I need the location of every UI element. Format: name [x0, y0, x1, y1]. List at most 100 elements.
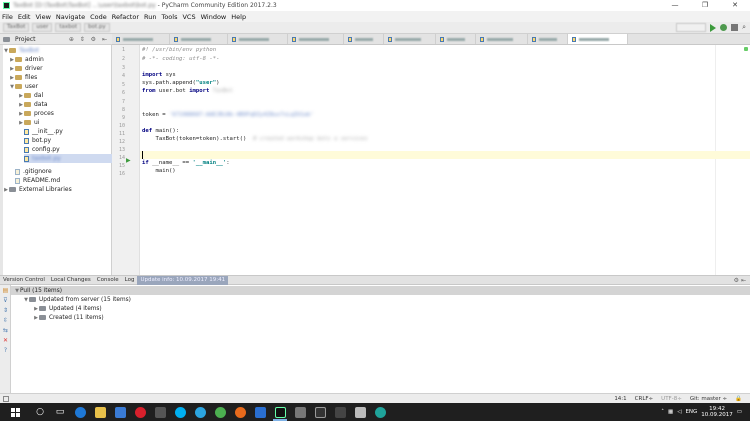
vcs-row-updated[interactable]: ▶ Updated (4 items) [33, 304, 102, 313]
project-panel-label[interactable]: Project [15, 36, 36, 43]
caret-position[interactable]: 14:1 [614, 396, 626, 402]
file-encoding[interactable]: UTF-8÷ [661, 396, 682, 402]
tree-item-user[interactable]: ▼ user [9, 82, 38, 91]
filter-icon[interactable]: ⊽ [2, 297, 9, 304]
tree-root[interactable]: ▼ TaxBot [3, 46, 39, 55]
tree-item-readme[interactable]: README.md [15, 176, 60, 185]
lock-icon[interactable]: 🔒 [735, 396, 742, 402]
vcs-row-pull[interactable]: ▼ Pull (15 items) [11, 286, 750, 295]
tab-log[interactable]: Log [122, 276, 138, 285]
tab-local-changes[interactable]: Local Changes [48, 276, 94, 285]
language-indicator[interactable]: ENG [685, 409, 697, 415]
inspection-ok-icon[interactable] [744, 47, 748, 51]
menu-help[interactable]: Help [231, 13, 246, 21]
tree-item-gitignore[interactable]: .gitignore [15, 167, 52, 176]
pycharm-taskbar-icon[interactable] [270, 403, 290, 421]
maximize-button[interactable]: ❐ [690, 0, 720, 11]
tree-item-bot-py[interactable]: bot.py [24, 136, 51, 145]
calculator-icon[interactable] [330, 403, 350, 421]
tab-update-info[interactable]: Update info: 10.09.2017 19:41 [137, 275, 229, 285]
editor-tab[interactable] [170, 34, 228, 44]
app-icon-teal[interactable] [370, 403, 390, 421]
line-separator[interactable]: CRLF÷ [635, 396, 654, 402]
tab-console[interactable]: Console [94, 276, 122, 285]
notifications-icon[interactable]: ▭ [737, 409, 742, 415]
file-explorer-icon[interactable] [90, 403, 110, 421]
tree-item-config-py[interactable]: config.py [24, 145, 60, 154]
menu-edit[interactable]: Edit [18, 13, 31, 21]
editor-tab[interactable] [436, 34, 476, 44]
app-icon-blue[interactable] [250, 403, 270, 421]
toggle-tool-windows-icon[interactable] [3, 396, 9, 402]
editor-tab[interactable] [288, 34, 344, 44]
menu-tools[interactable]: Tools [161, 13, 177, 21]
editor-tab[interactable] [384, 34, 436, 44]
stop-icon[interactable] [731, 24, 739, 31]
menu-refactor[interactable]: Refactor [112, 13, 139, 21]
app-icon-orange[interactable] [230, 403, 250, 421]
opera-icon[interactable] [130, 403, 150, 421]
tree-item-ui[interactable]: ▶ ui [18, 118, 39, 127]
git-branch[interactable]: Git: master ÷ [690, 396, 727, 402]
minimize-button[interactable]: — [660, 0, 690, 11]
menu-run[interactable]: Run [144, 13, 156, 21]
collapse-all-icon[interactable]: ⇳ [2, 317, 9, 324]
search-everywhere-icon[interactable]: ⌕ [742, 23, 746, 32]
tree-item-dal[interactable]: ▶ dal [18, 91, 43, 100]
tree-item-admin[interactable]: ▶ admin [9, 55, 44, 64]
editor-tab[interactable] [344, 34, 384, 44]
store-icon[interactable] [110, 403, 130, 421]
group-by-icon[interactable]: ▤ [2, 287, 9, 294]
telegram-icon[interactable] [190, 403, 210, 421]
run-icon[interactable] [710, 23, 717, 32]
project-panel-tools-icon[interactable]: ⊕ ⇕ ⚙ ⇤ [69, 36, 109, 43]
tree-item-init-py[interactable]: __init__.py [24, 127, 63, 136]
breadcrumb-user[interactable]: user [32, 23, 53, 32]
menu-vcs[interactable]: VCS [182, 13, 195, 21]
editor-tab[interactable] [528, 34, 568, 44]
diff-icon[interactable]: ⇆ [2, 327, 9, 334]
help-icon[interactable]: ? [2, 347, 9, 354]
clock[interactable]: 19:42 10.09.2017 [701, 406, 733, 418]
breadcrumb-folder[interactable]: taxbot [55, 23, 82, 32]
editor-tab-active[interactable] [568, 34, 628, 44]
run-gutter-icon[interactable]: ▶ [126, 157, 131, 164]
app-icon-grey[interactable] [290, 403, 310, 421]
skype-icon[interactable] [170, 403, 190, 421]
code-editor[interactable]: #! /usr/bin/env python # -*- coding: utf… [140, 45, 750, 275]
start-button[interactable] [0, 407, 30, 417]
vcs-row-updated-from-server[interactable]: ▼ Updated from server (15 items) [23, 295, 131, 304]
menu-view[interactable]: View [35, 13, 50, 21]
tree-item-external-libraries[interactable]: ▶ External Libraries [3, 185, 72, 194]
menu-file[interactable]: File [2, 13, 13, 21]
task-view-icon[interactable]: ▭ [50, 403, 70, 421]
media-icon[interactable] [150, 403, 170, 421]
close-panel-icon[interactable]: ✕ [2, 337, 9, 344]
chrome-icon[interactable] [210, 403, 230, 421]
panel-settings-icon[interactable]: ⚙ ⇤ [734, 277, 746, 284]
volume-icon[interactable]: ◁ [677, 409, 681, 415]
app-icon-dark[interactable] [310, 403, 330, 421]
editor-tab[interactable] [228, 34, 288, 44]
vcs-row-created[interactable]: ▶ Created (11 items) [33, 313, 104, 322]
editor-tab[interactable] [112, 34, 170, 44]
tab-version-control[interactable]: Version Control [0, 276, 48, 285]
tree-item-proces[interactable]: ▶ proces [18, 109, 54, 118]
edge-icon[interactable] [70, 403, 90, 421]
tree-item-files[interactable]: ▶ files [9, 73, 37, 82]
menu-navigate[interactable]: Navigate [56, 13, 85, 21]
close-button[interactable]: ✕ [720, 0, 750, 11]
run-config-select[interactable] [676, 23, 707, 32]
menu-code[interactable]: Code [90, 13, 107, 21]
editor-tab[interactable] [476, 34, 528, 44]
debug-icon[interactable] [720, 24, 728, 31]
search-icon[interactable]: ○ [30, 403, 50, 421]
tree-item-data[interactable]: ▶ data [18, 100, 47, 109]
tray-up-icon[interactable]: ˄ [661, 409, 664, 415]
tree-item-driver[interactable]: ▶ driver [9, 64, 43, 73]
breadcrumb-root[interactable]: TaxBot [3, 23, 30, 32]
breadcrumb-file[interactable]: bot.py [84, 23, 110, 32]
menu-window[interactable]: Window [201, 13, 227, 21]
app-icon-light[interactable] [350, 403, 370, 421]
expand-all-icon[interactable]: ⇕ [2, 307, 9, 314]
